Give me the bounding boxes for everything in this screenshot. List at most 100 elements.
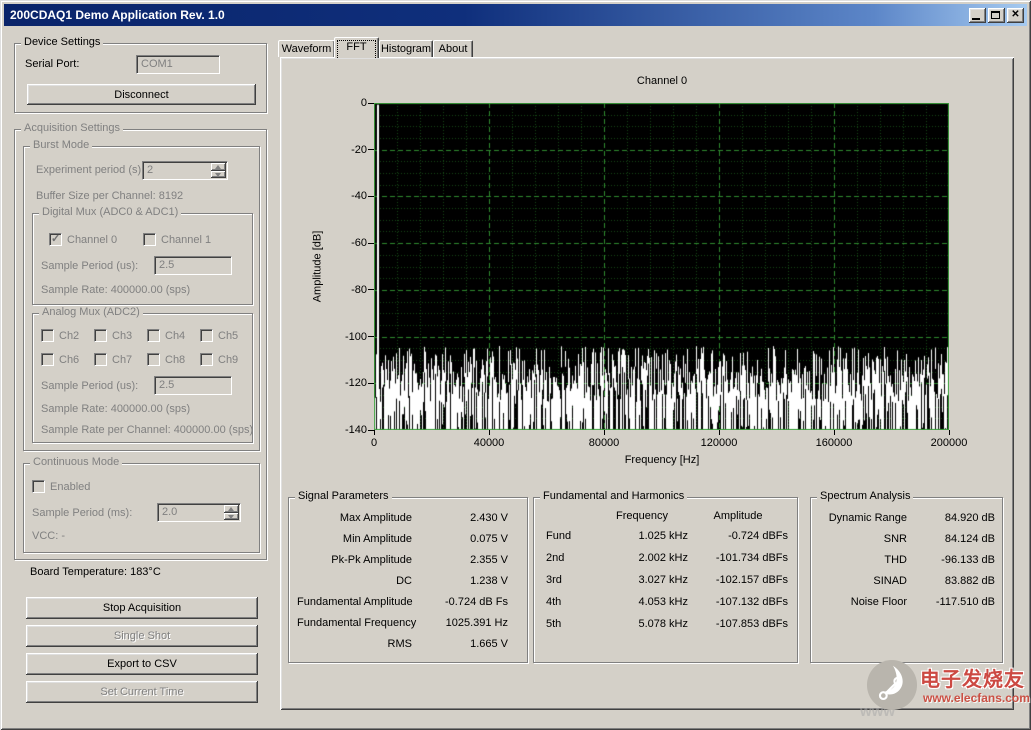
y-axis-title: Amplitude [dB] (312, 207, 325, 327)
ch4-checkbox[interactable] (147, 329, 160, 342)
param-row: Fundamental Frequency1025.391 Hz (297, 613, 508, 634)
maximize-icon (991, 11, 1000, 19)
harmonics-legend: Fundamental and Harmonics (540, 490, 687, 503)
channel1-label: Channel 1 (161, 234, 211, 247)
x-axis-tick-label: 40000 (459, 437, 519, 450)
harmonic-frequency: 4.053 kHz (596, 592, 688, 613)
x-axis-tick-label: 0 (344, 437, 404, 450)
spectrum-value: 84.124 dB (907, 529, 995, 550)
spectrum-value: 83.882 dB (907, 571, 995, 592)
export-to-csv-button[interactable]: Export to CSV (26, 653, 258, 675)
harmonic-amplitude: -101.734 dBFs (688, 548, 788, 569)
continuous-sample-period-value: 2.0 (162, 506, 177, 519)
y-axis-tick (368, 336, 374, 337)
param-label: Pk-Pk Amplitude (297, 550, 412, 571)
ch2-checkbox[interactable] (41, 329, 54, 342)
stop-acquisition-button[interactable]: Stop Acquisition (26, 597, 258, 619)
maximize-button[interactable] (988, 8, 1005, 23)
x-axis-tick (604, 430, 605, 435)
harmonic-frequency: 1.025 kHz (596, 526, 688, 547)
digital-sample-period-label: Sample Period (us): (41, 260, 138, 273)
continuous-sample-period-input[interactable]: 2.0 (157, 503, 241, 522)
experiment-period-spinner (211, 163, 226, 178)
frequency-header: Frequency (596, 506, 688, 527)
x-axis-tick (949, 430, 950, 435)
y-axis-tick-label: -60 (323, 237, 367, 250)
harmonics-header-row: FrequencyAmplitude (546, 506, 788, 527)
channel0-checkbox[interactable] (49, 233, 62, 246)
signal-parameters-group: Signal Parameters Max Amplitude2.430 V M… (288, 497, 528, 663)
y-axis-tick-label: -80 (323, 284, 367, 297)
single-shot-button[interactable]: Single Shot (26, 625, 258, 647)
burst-mode-group: Burst Mode Experiment period (s): 2 Buff… (23, 146, 260, 451)
spin-down-button[interactable] (211, 171, 226, 179)
close-button[interactable]: ✕ (1007, 8, 1024, 23)
analog-sample-period-input[interactable]: 2.5 (154, 376, 232, 395)
param-label: RMS (297, 634, 412, 655)
ch3-checkbox[interactable] (94, 329, 107, 342)
signal-parameters-legend: Signal Parameters (295, 490, 392, 503)
amplitude-header: Amplitude (688, 506, 788, 527)
fft-plot (374, 103, 949, 430)
spin-down-button[interactable] (224, 513, 239, 521)
x-axis-tick (374, 430, 375, 435)
buffer-size-label: Buffer Size per Channel: 8192 (36, 190, 183, 203)
window-title: 200CDAQ1 Demo Application Rev. 1.0 (10, 8, 967, 22)
arrow-up-icon (228, 507, 234, 511)
param-label: Fundamental Frequency (297, 613, 412, 634)
serial-port-value: COM1 (141, 58, 173, 71)
analog-mux-legend: Analog Mux (ADC2) (39, 306, 143, 319)
harmonic-name: Fund (546, 526, 596, 547)
device-settings-legend: Device Settings (21, 36, 103, 49)
experiment-period-label: Experiment period (s): (36, 164, 144, 177)
app-window: 200CDAQ1 Demo Application Rev. 1.0 ✕ Dev… (0, 0, 1031, 730)
param-value: -0.724 dB Fs (412, 592, 508, 613)
param-value: 2.355 V (412, 550, 508, 571)
ch7-label: Ch7 (112, 354, 132, 367)
param-label: Fundamental Amplitude (297, 592, 412, 613)
harmonic-frequency: 2.002 kHz (596, 548, 688, 569)
y-axis-tick (368, 289, 374, 290)
tab-about[interactable]: About (433, 40, 473, 57)
tab-fft[interactable]: FFT (334, 37, 379, 58)
tab-histogram[interactable]: Histogram (379, 40, 433, 57)
enabled-checkbox[interactable] (32, 480, 45, 493)
ch7-checkbox[interactable] (94, 353, 107, 366)
y-axis-tick (368, 103, 374, 104)
spectrum-value: -117.510 dB (907, 592, 995, 613)
harmonic-frequency: 5.078 kHz (596, 614, 688, 635)
ch8-checkbox[interactable] (147, 353, 160, 366)
spectrum-label: THD (817, 550, 907, 571)
channel1-checkbox[interactable] (143, 233, 156, 246)
digital-mux-group: Digital Mux (ADC0 & ADC1) Channel 0 Chan… (32, 213, 253, 305)
spin-up-button[interactable] (224, 505, 239, 513)
spin-up-button[interactable] (211, 163, 226, 171)
harmonic-amplitude: -0.724 dBFs (688, 526, 788, 547)
y-axis-tick-label: -40 (323, 190, 367, 203)
minimize-icon (972, 18, 980, 20)
titlebar[interactable]: 200CDAQ1 Demo Application Rev. 1.0 ✕ (4, 4, 1027, 26)
burst-mode-legend: Burst Mode (30, 139, 92, 152)
param-row: Max Amplitude2.430 V (297, 508, 508, 529)
disconnect-button[interactable]: Disconnect (27, 84, 256, 105)
ch5-label: Ch5 (218, 330, 238, 343)
param-row: Fundamental Amplitude-0.724 dB Fs (297, 592, 508, 613)
set-current-time-button[interactable]: Set Current Time (26, 681, 258, 703)
harmonic-amplitude: -107.853 dBFs (688, 614, 788, 635)
spectrum-row: SINAD83.882 dB (817, 571, 995, 592)
digital-sample-period-input[interactable]: 2.5 (154, 256, 232, 275)
ch9-checkbox[interactable] (200, 353, 213, 366)
experiment-period-input[interactable]: 2 (142, 161, 228, 180)
y-axis-tick-label: -140 (323, 424, 367, 437)
minimize-button[interactable] (969, 8, 986, 23)
fft-tab-page: Channel 0 Amplitude [dB] Frequency [Hz] … (280, 57, 1014, 710)
ch6-checkbox[interactable] (41, 353, 54, 366)
tab-waveform[interactable]: Waveform (278, 40, 335, 57)
ch5-checkbox[interactable] (200, 329, 213, 342)
ch2-label: Ch2 (59, 330, 79, 343)
param-value: 0.075 V (412, 529, 508, 550)
vcc-label: VCC: - (32, 530, 65, 543)
serial-port-input[interactable]: COM1 (136, 55, 220, 74)
harmonic-amplitude: -107.132 dBFs (688, 592, 788, 613)
x-axis-tick (489, 430, 490, 435)
